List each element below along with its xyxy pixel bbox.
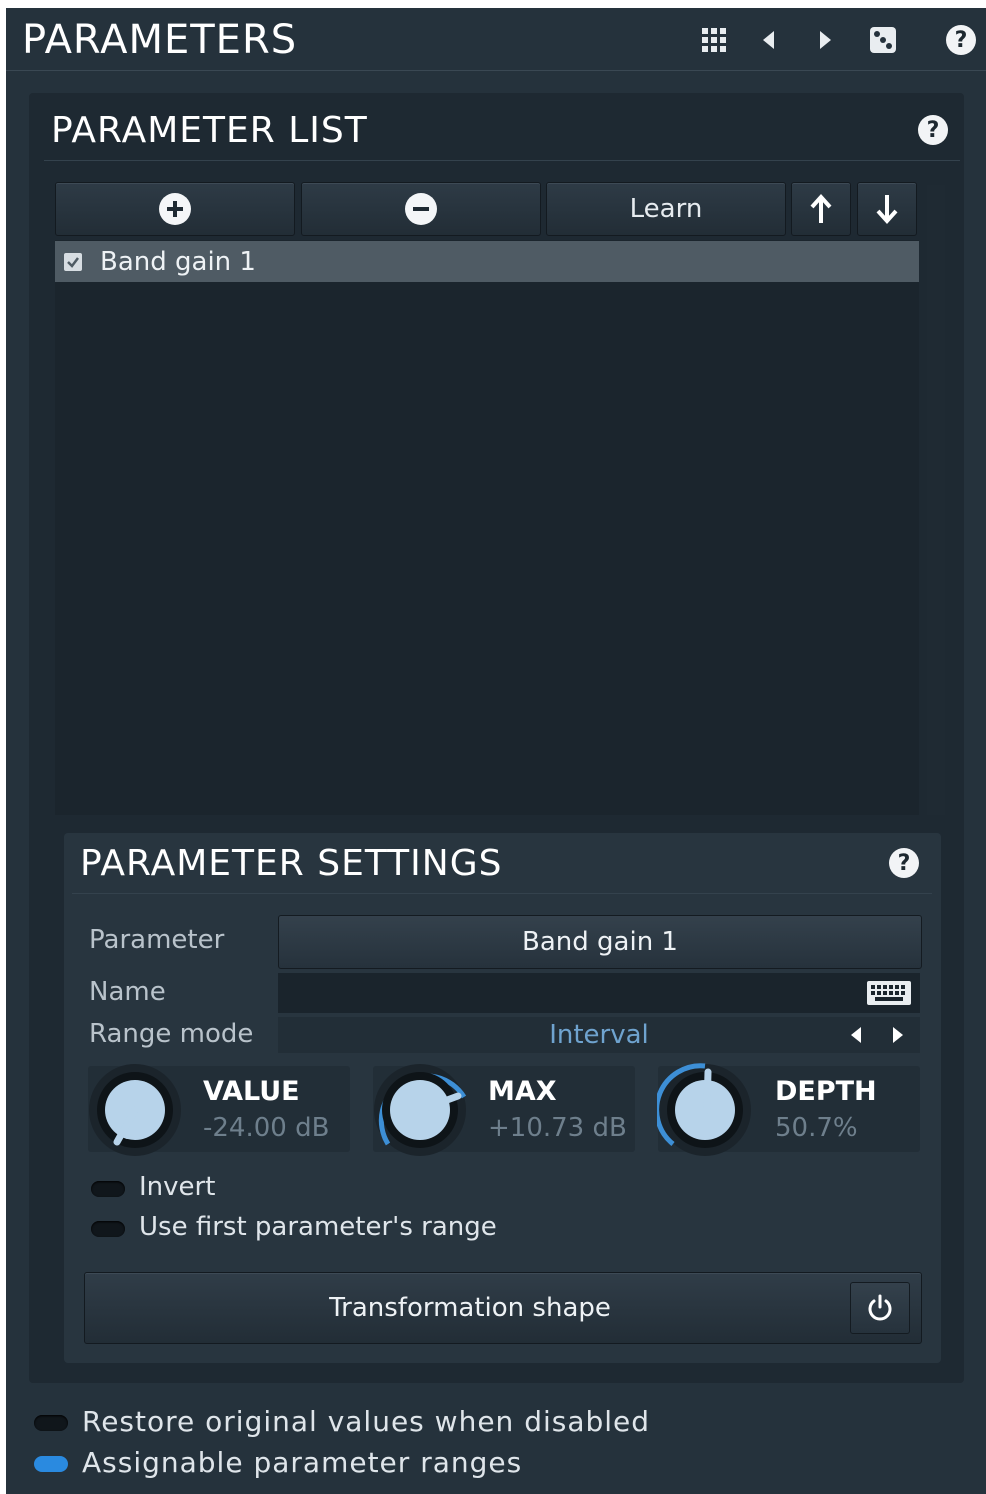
prev-arrow-icon[interactable]	[753, 24, 785, 56]
depth-knob-display: 50.7%	[775, 1113, 858, 1143]
list-item-label: Band gain 1	[100, 246, 256, 277]
parameter-list-help-icon[interactable]: ?	[918, 115, 948, 145]
transformation-shape-power-button[interactable]	[850, 1282, 910, 1334]
invert-label: Invert	[139, 1172, 216, 1202]
value-knob-name: VALUE	[203, 1076, 300, 1107]
name-label: Name	[89, 977, 166, 1007]
value-knob[interactable]	[87, 1062, 183, 1158]
help-icon[interactable]: ?	[945, 24, 977, 56]
minus-icon	[405, 193, 437, 225]
plus-icon	[159, 193, 191, 225]
assignable-parameter-ranges-toggle[interactable]	[34, 1456, 68, 1472]
value-knob-display: -24.00 dB	[203, 1113, 330, 1143]
restore-original-values-toggle[interactable]	[34, 1415, 68, 1431]
invert-toggle[interactable]	[91, 1181, 125, 1197]
arrow-up-icon	[810, 194, 832, 223]
depth-knob-name: DEPTH	[775, 1076, 877, 1107]
list-scrollbar[interactable]	[927, 185, 945, 815]
parameter-list[interactable]	[55, 240, 919, 815]
parameter-list-title: PARAMETER LIST	[51, 110, 368, 151]
parameter-list-divider	[44, 160, 960, 161]
help-glyph: ?	[946, 25, 976, 55]
range-mode-selector[interactable]: Interval	[278, 1017, 920, 1053]
learn-label: Learn	[629, 194, 703, 224]
header-divider	[6, 70, 986, 71]
parameter-settings-title: PARAMETER SETTINGS	[80, 843, 503, 884]
use-first-range-label: Use first parameter's range	[139, 1212, 497, 1242]
list-item[interactable]: Band gain 1	[55, 241, 919, 282]
parameter-settings-help-icon[interactable]: ?	[889, 848, 919, 878]
range-mode-label: Range mode	[89, 1019, 254, 1049]
grid-icon[interactable]	[698, 24, 730, 56]
move-up-button[interactable]	[791, 182, 851, 236]
page-title: PARAMETERS	[22, 17, 298, 63]
depth-knob[interactable]	[657, 1062, 753, 1158]
range-mode-prev-icon[interactable]	[850, 1026, 862, 1044]
range-mode-value: Interval	[549, 1020, 649, 1050]
help-glyph: ?	[889, 848, 919, 878]
help-glyph: ?	[918, 115, 948, 145]
parameter-select-value: Band gain 1	[522, 927, 678, 957]
assignable-parameter-ranges-label: Assignable parameter ranges	[82, 1446, 523, 1479]
range-mode-next-icon[interactable]	[892, 1026, 904, 1044]
power-icon	[868, 1294, 892, 1321]
max-knob-name: MAX	[488, 1076, 557, 1107]
dice-icon[interactable]	[867, 24, 899, 56]
max-knob-display: +10.73 dB	[488, 1113, 627, 1143]
restore-original-values-label: Restore original values when disabled	[82, 1405, 651, 1438]
checkbox-icon[interactable]	[64, 252, 82, 271]
move-down-button[interactable]	[857, 182, 917, 236]
transformation-shape-label: Transformation shape	[329, 1293, 611, 1323]
name-field[interactable]	[278, 973, 920, 1013]
learn-button[interactable]: Learn	[546, 182, 786, 236]
keyboard-icon[interactable]	[866, 980, 912, 1006]
parameter-settings-divider	[72, 893, 932, 894]
use-first-range-toggle[interactable]	[91, 1221, 125, 1237]
transformation-shape-button[interactable]: Transformation shape	[84, 1272, 922, 1344]
remove-parameter-button[interactable]	[301, 182, 541, 236]
add-parameter-button[interactable]	[55, 182, 295, 236]
next-arrow-icon[interactable]	[809, 24, 841, 56]
max-knob[interactable]	[372, 1062, 468, 1158]
parameter-select-button[interactable]: Band gain 1	[278, 915, 922, 969]
parameter-label: Parameter	[89, 925, 225, 955]
arrow-down-icon	[876, 195, 898, 224]
